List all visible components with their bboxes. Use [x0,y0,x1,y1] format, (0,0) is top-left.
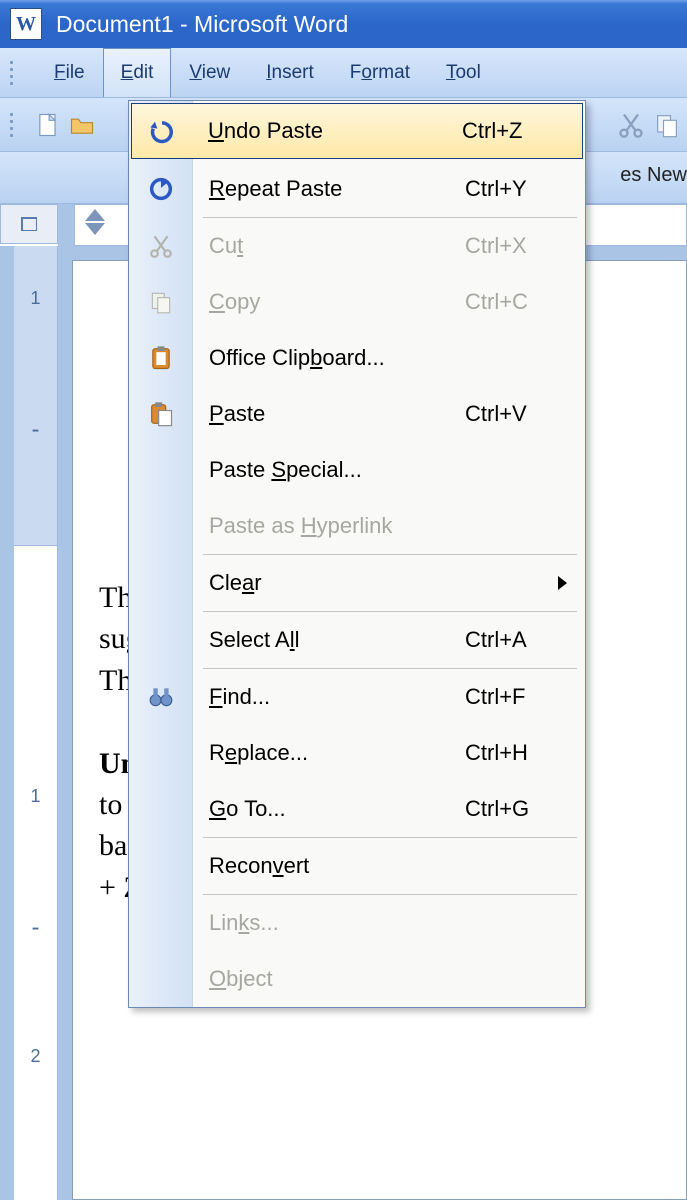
menuitem-office-clipboard[interactable]: Office Clipboard... [129,330,585,386]
menuitem-reconvert[interactable]: Reconvert [129,838,585,894]
paste-icon [129,400,193,428]
scissors-icon [129,233,193,259]
menuitem-replace[interactable]: Replace... Ctrl+H [129,725,585,781]
hanging-indent-marker[interactable] [85,223,105,235]
copy-icon[interactable] [653,111,681,139]
copy-icon [129,289,193,315]
redo-icon [129,175,193,203]
menuitem-undo[interactable]: Undo Paste Ctrl+Z [131,103,583,159]
toolbar-grip[interactable] [10,113,18,137]
cut-icon[interactable] [617,111,645,139]
menuitem-select-all[interactable]: Select All Ctrl+A [129,612,585,668]
vertical-ruler[interactable]: 1 - 1 - 2 [14,246,58,1200]
titlebar: W Document1 - Microsoft Word [0,0,687,48]
undo-icon [132,117,192,145]
menuitem-clear[interactable]: Clear [129,555,585,611]
menu-format[interactable]: Format [332,48,428,97]
window-title: Document1 - Microsoft Word [56,11,348,38]
word-app-icon: W [10,8,42,40]
binoculars-icon [129,684,193,710]
vruler-tick: 2 [30,1046,40,1067]
menuitem-cut: Cut Ctrl+X [129,218,585,274]
menu-file[interactable]: File [36,48,103,97]
menuitem-paste-hyperlink: Paste as Hyperlink [129,498,585,554]
edit-menu-dropdown: Undo Paste Ctrl+Z Repeat Paste Ctrl+Y Cu… [128,100,586,1008]
menu-view[interactable]: View [171,48,248,97]
submenu-arrow-icon [558,576,567,590]
menu-edit[interactable]: Edit [103,48,172,97]
menuitem-copy: Copy Ctrl+C [129,274,585,330]
menuitem-paste[interactable]: Paste Ctrl+V [129,386,585,442]
ruler-corner[interactable] [0,204,58,244]
first-line-indent-marker[interactable] [85,209,105,221]
open-folder-icon[interactable] [68,111,96,139]
clipboard-icon [129,344,193,372]
new-document-icon[interactable] [34,111,62,139]
menuitem-links: Links... [129,895,585,951]
menuitem-find[interactable]: Find... Ctrl+F [129,669,585,725]
menu-bar: File Edit View Insert Format Tool [0,48,687,98]
font-name-fragment: es New [620,164,687,187]
vruler-tick: 1 [30,288,40,309]
menu-insert[interactable]: Insert [248,48,332,97]
menubar-grip[interactable] [10,48,18,97]
menuitem-goto[interactable]: Go To... Ctrl+G [129,781,585,837]
menuitem-repeat[interactable]: Repeat Paste Ctrl+Y [129,161,585,217]
menuitem-paste-special[interactable]: Paste Special... [129,442,585,498]
vruler-tick: 1 [30,786,40,807]
menu-tools[interactable]: Tool [428,48,499,97]
menuitem-object: Object [129,951,585,1007]
